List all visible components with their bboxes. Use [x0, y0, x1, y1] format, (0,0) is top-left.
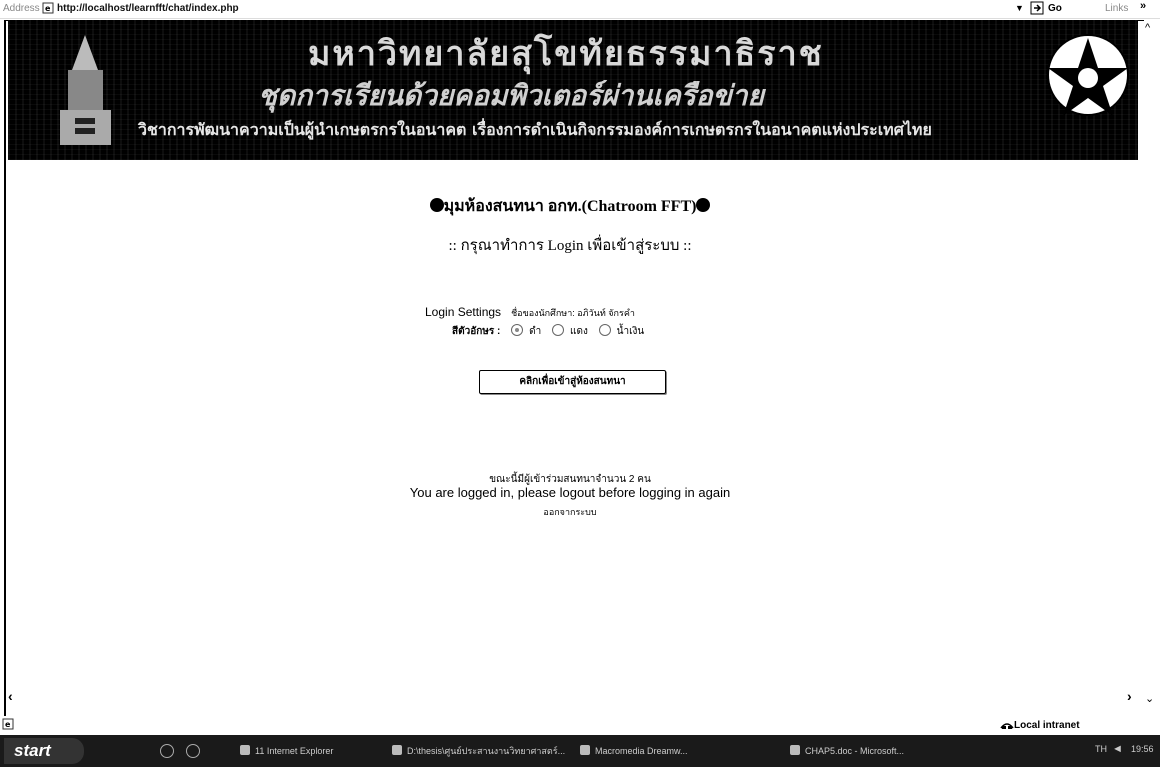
- font-color-selector: สีตัวอักษร : ดำ แดง น้ำเงิน: [452, 324, 644, 339]
- taskbar-item-ie[interactable]: 11 Internet Explorer: [240, 742, 375, 760]
- ie-page-icon: e: [2, 718, 14, 730]
- banner-course-title: วิชาการพัฒนาความเป็นผู้นำเกษตรกรในอนาคต …: [138, 120, 932, 139]
- system-clock: 19:56: [1131, 744, 1154, 754]
- color-radio-red[interactable]: [552, 324, 565, 336]
- ie-icon: [240, 745, 250, 755]
- taskbar-item-word[interactable]: CHAP5.doc - Microsoft...: [790, 742, 940, 760]
- quicklaunch-ie-icon[interactable]: [186, 744, 200, 758]
- address-label: Address: [3, 3, 40, 14]
- color-option-blue: น้ำเงิน: [616, 326, 645, 337]
- scroll-down-icon[interactable]: ⌄: [1145, 692, 1154, 705]
- taskbar-item-label: D:\thesis\ศูนย์ประสานงานวิทยาศาสตร์...: [407, 746, 566, 756]
- scroll-left-icon[interactable]: ‹: [8, 688, 13, 704]
- organization-logo-icon: [1047, 34, 1129, 116]
- login-settings-row: Login Settings ชื่อของนักศึกษา: อภิวันท์ …: [425, 305, 635, 320]
- bullet-dot-icon: [429, 198, 444, 212]
- color-option-red: แดง: [570, 326, 588, 337]
- bullet-dot-icon: [696, 198, 711, 212]
- status-bar: e Local intranet: [0, 716, 1160, 734]
- dreamweaver-icon: [580, 745, 590, 755]
- svg-text:e: e: [45, 4, 51, 13]
- svg-text:e: e: [5, 720, 11, 729]
- temple-emblem-icon: [60, 35, 111, 145]
- word-icon: [790, 745, 800, 755]
- student-name: ชื่อของนักศึกษา: อภิวันท์ จักรคำ: [511, 308, 635, 318]
- scroll-up-icon[interactable]: ^: [1145, 22, 1150, 34]
- chevron-down-icon[interactable]: ▼: [1015, 3, 1024, 13]
- color-radio-blue[interactable]: [598, 324, 611, 336]
- chatroom-title: มุมห้องสนทนา อกท.(Chatroom FFT): [0, 194, 1140, 219]
- security-zone-label: Local intranet: [1014, 720, 1080, 731]
- banner-university-name: มหาวิทยาลัยสุโขทัยธรรมาธิราช: [308, 34, 824, 74]
- page-banner: มหาวิทยาลัยสุโขทัยธรรมาธิราช ชุดการเรียน…: [8, 20, 1138, 160]
- color-radio-black[interactable]: [511, 324, 524, 336]
- chatroom-title-text: มุมห้องสนทนา อกท.(Chatroom FFT): [443, 198, 697, 215]
- taskbar-item-label: Macromedia Dreamw...: [595, 746, 688, 756]
- quicklaunch-desktop-icon[interactable]: [160, 744, 174, 758]
- volume-icon[interactable]: ◄: [1112, 743, 1123, 755]
- taskbar-item-label: CHAP5.doc - Microsoft...: [805, 746, 905, 756]
- color-option-black: ดำ: [529, 326, 542, 337]
- language-indicator[interactable]: TH: [1095, 744, 1107, 754]
- logged-in-message: You are logged in, please logout before …: [409, 485, 731, 500]
- banner-course-series: ชุดการเรียนด้วยคอมพิวเตอร์ผ่านเครือข่าย: [258, 79, 764, 112]
- ie-page-icon: e: [42, 2, 54, 14]
- font-color-label: สีตัวอักษร :: [452, 326, 501, 337]
- chevron-right-double-icon[interactable]: »: [1140, 0, 1146, 12]
- taskbar-item-folder[interactable]: D:\thesis\ศูนย์ประสานงานวิทยาศาสตร์...: [392, 742, 567, 760]
- folder-icon: [392, 745, 402, 755]
- taskbar: start 11 Internet Explorer D:\thesis\ศูน…: [0, 735, 1160, 767]
- address-bar: Address e http://localhost/learnfft/chat…: [0, 0, 1160, 19]
- enter-chatroom-button[interactable]: คลิกเพื่อเข้าสู่ห้องสนทนา: [479, 370, 666, 394]
- login-settings-label: Login Settings: [425, 305, 502, 319]
- intranet-zone-icon: [1000, 723, 1014, 729]
- go-arrow-icon[interactable]: [1030, 1, 1044, 15]
- address-url[interactable]: http://localhost/learnfft/chat/index.php: [57, 3, 239, 14]
- taskbar-item-dreamweaver[interactable]: Macromedia Dreamw...: [580, 742, 760, 760]
- links-button[interactable]: Links: [1105, 3, 1128, 14]
- taskbar-item-label: 11 Internet Explorer: [255, 746, 334, 756]
- login-prompt: :: กรุณาทำการ Login เพื่อเข้าสู่ระบบ ::: [448, 238, 692, 254]
- scroll-right-icon[interactable]: ›: [1127, 688, 1132, 704]
- logout-link[interactable]: ออกจากระบบ: [0, 505, 1140, 519]
- start-button[interactable]: start: [4, 738, 84, 764]
- go-button[interactable]: Go: [1048, 3, 1062, 14]
